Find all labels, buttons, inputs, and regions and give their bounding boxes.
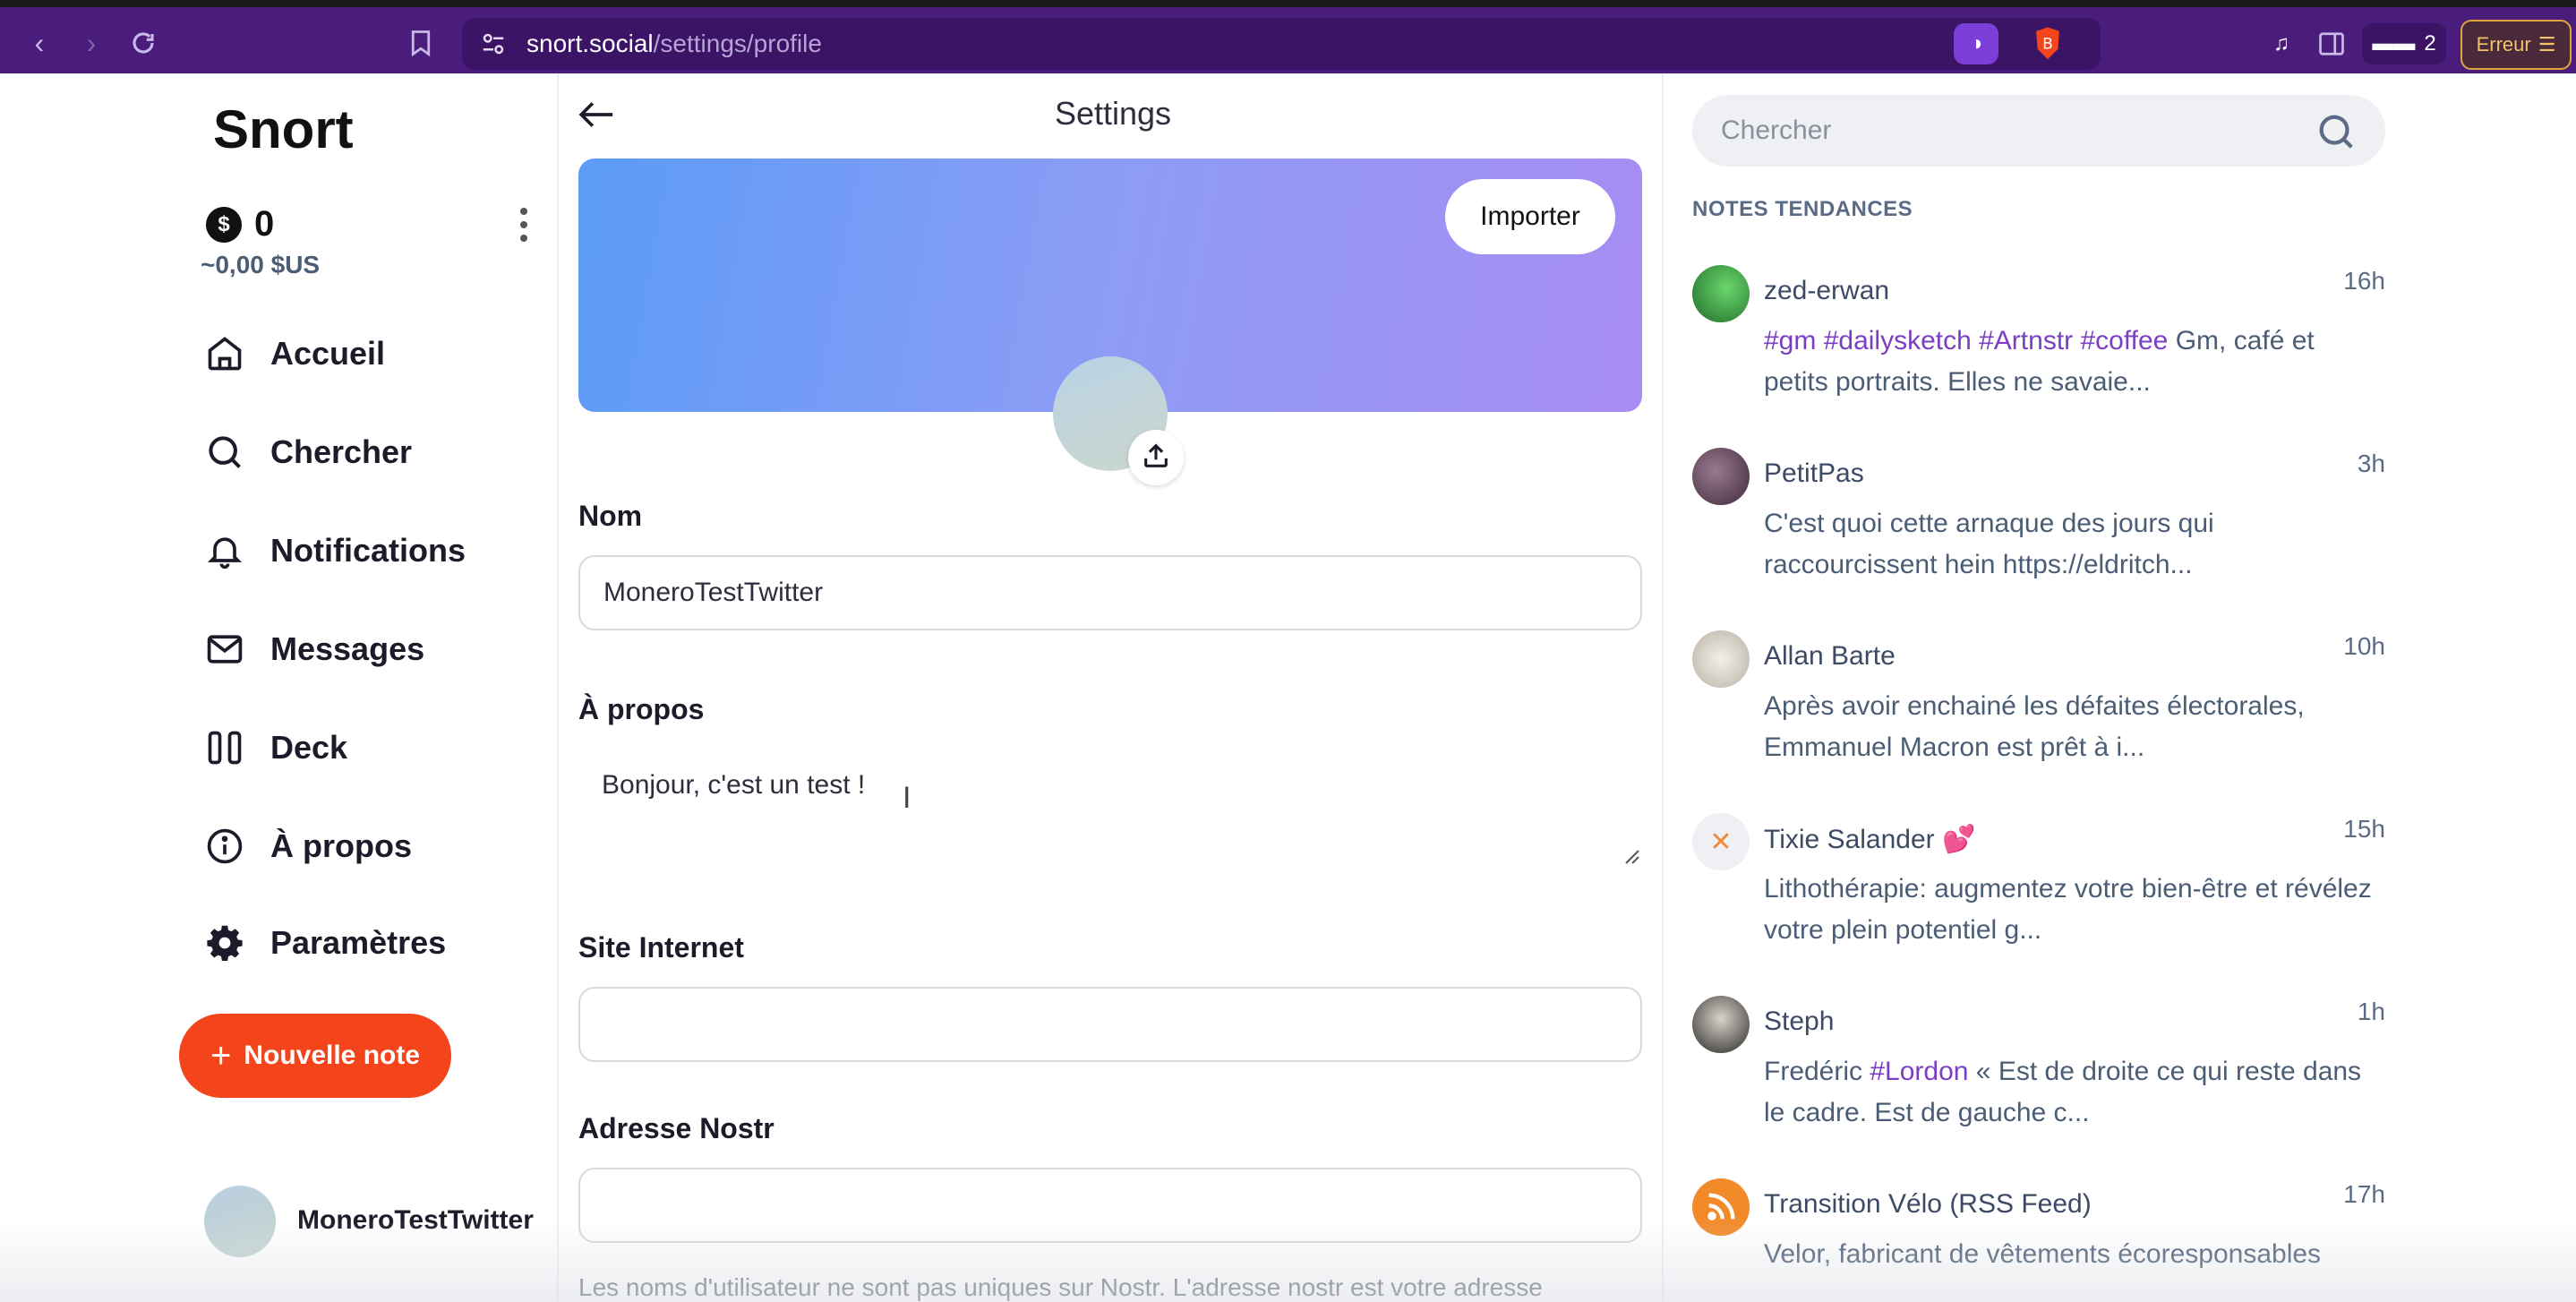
note-text[interactable]: Lithothérapie: augmentez votre bien-être… [1764,869,2385,951]
text-cursor-icon: I [903,781,911,815]
note-text[interactable]: Après avoir enchainé les défaites électo… [1764,686,2385,768]
trending-notes-heading: NOTES TENDANCES [1692,197,1913,221]
sidebar-item-accueil[interactable]: Accueil [202,322,385,385]
sats-icon: $ [206,206,242,243]
website-field[interactable] [578,987,1642,1062]
nostr-address-field[interactable] [578,1168,1642,1243]
avatar[interactable] [204,1186,276,1257]
search-icon [202,430,247,475]
import-button[interactable]: Importer [1445,179,1615,254]
app-logo[interactable]: Snort [213,99,354,160]
site-settings-icon[interactable] [480,30,507,62]
vpn-button[interactable]: ▬▬ 2 [2362,23,2446,64]
plus-icon: + [210,1035,232,1075]
column-divider [1662,73,1664,1302]
back-icon[interactable]: ‹ [16,20,63,66]
note-author[interactable]: Transition Vélo (RSS Feed) [1764,1189,2092,1220]
glasses-icon: ▬▬ [2372,31,2416,56]
search-icon[interactable] [2315,111,2357,152]
rss-icon[interactable] [1692,1178,1750,1236]
home-icon [202,331,247,376]
website-label: Site Internet [578,931,744,964]
sidebar-item-a-propos[interactable]: À propos [202,815,412,878]
note-time: 1h [2357,998,2385,1025]
name-field[interactable]: MoneroTestTwitter [578,555,1642,630]
name-label: Nom [578,500,643,532]
note-text[interactable]: Fredéric #Lordon « Est de droite ce qui … [1764,1051,2385,1134]
upload-icon [1141,441,1171,475]
avatar[interactable] [1692,996,1750,1053]
resize-handle-icon[interactable] [1622,847,1640,865]
note-time: 16h [2343,267,2385,295]
gear-icon [202,921,247,965]
nostr-address-label: Adresse Nostr [578,1112,775,1144]
tor-extension-icon[interactable]: ◑ [1954,23,1998,64]
page-title: Settings [1054,95,1172,132]
avatar[interactable] [1692,448,1750,505]
avatar[interactable] [1692,265,1750,322]
back-button[interactable] [573,91,620,138]
close-icon[interactable]: ✕ [1692,813,1750,870]
url-text: snort.social/settings/profile [526,30,822,57]
nostr-help-text: Les noms d'utilisateur ne sont pas uniqu… [578,1273,1543,1301]
note-author[interactable]: zed-erwan [1764,276,1889,306]
error-button[interactable]: Erreur ☰ [2460,20,2572,70]
about-textarea[interactable]: Bonjour, c'est un test ! [578,756,1642,869]
mail-icon [202,627,247,672]
reload-icon[interactable] [120,20,167,66]
note-time: 3h [2357,450,2385,477]
search-input[interactable]: Chercher [1692,95,2385,167]
wallet-balance[interactable]: $ 0 [206,204,274,244]
note-time: 17h [2343,1180,2385,1208]
address-bar[interactable]: snort.social/settings/profile [462,18,2101,70]
more-options-icon[interactable] [510,202,537,247]
note-time: 15h [2343,815,2385,843]
menu-icon: ☰ [2537,33,2556,56]
sidebar-item-deck[interactable]: Deck [202,716,347,779]
info-icon [202,824,247,869]
music-icon[interactable]: ♫ [2262,23,2301,64]
sidebar-item-chercher[interactable]: Chercher [202,421,412,484]
profile-username[interactable]: MoneroTestTwitter [297,1205,534,1236]
new-note-button[interactable]: + Nouvelle note [179,1014,451,1098]
column-divider [557,73,559,1302]
bookmark-icon[interactable] [398,20,444,66]
browser-toolbar: ‹ › snort.social/settings/profile ◑ B ♫ … [0,0,2576,73]
svg-text:B: B [2042,36,2053,54]
bell-icon [202,528,247,573]
sidebar-item-notifications[interactable]: Notifications [202,519,466,582]
note-author[interactable]: Steph [1764,1006,1834,1037]
columns-icon [202,725,247,770]
note-text[interactable]: Velor, fabricant de vêtements écorespons… [1764,1234,2385,1275]
fiat-balance: ~0,00 $US [201,251,321,278]
avatar[interactable] [1692,630,1750,688]
sidebar-item-parametres[interactable]: Paramètres [202,912,446,974]
note-author[interactable]: PetitPas [1764,458,1864,489]
sidebar-item-messages[interactable]: Messages [202,618,424,681]
note-time: 10h [2343,632,2385,660]
sidebar-toggle-icon[interactable] [2312,23,2351,64]
upload-avatar-button[interactable] [1128,430,1184,485]
about-label: À propos [578,693,705,725]
forward-icon[interactable]: › [68,20,115,66]
note-author[interactable]: Tixie Salander 💕 [1764,824,1975,855]
note-text[interactable]: C'est quoi cette arnaque des jours qui r… [1764,503,2385,586]
brave-shields-icon[interactable]: B [2027,23,2068,64]
note-author[interactable]: Allan Barte [1764,641,1896,672]
note-text[interactable]: #gm #dailysketch #Artnstr #coffee Gm, ca… [1764,321,2385,403]
